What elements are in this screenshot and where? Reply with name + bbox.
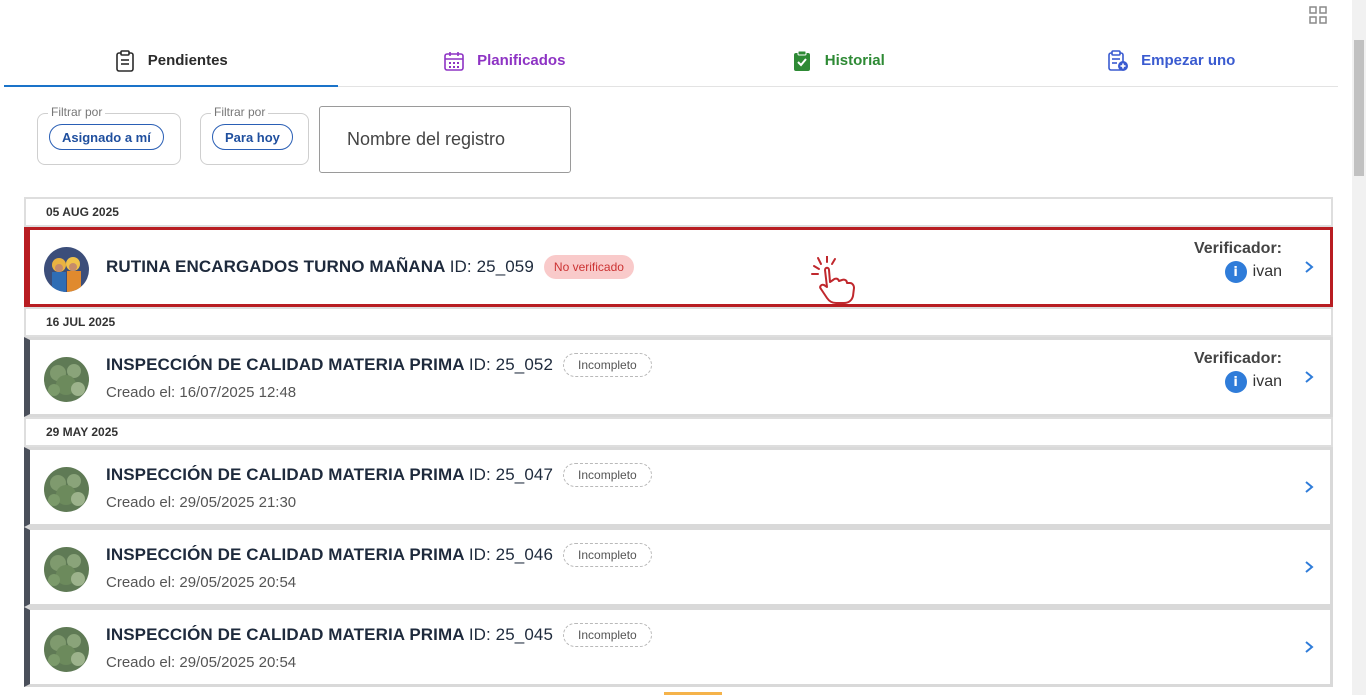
filter-legend: Filtrar por — [211, 105, 269, 119]
tab-empezar-uno[interactable]: Empezar uno — [1005, 35, 1339, 86]
tab-label: Pendientes — [147, 52, 228, 69]
list-item[interactable]: RUTINA ENCARGADOS TURNO MAÑANA ID: 25_05… — [24, 227, 1333, 307]
list-item[interactable]: INSPECCIÓN DE CALIDAD MATERIA PRIMA ID: … — [24, 607, 1333, 687]
list-item[interactable]: INSPECCIÓN DE CALIDAD MATERIA PRIMA ID: … — [24, 447, 1333, 527]
grid-icon — [1309, 6, 1327, 24]
record-id: ID: 25_052 — [468, 355, 554, 374]
avatar — [44, 627, 89, 672]
filter-legend: Filtrar por — [48, 105, 106, 119]
pointer-hand-icon — [811, 256, 855, 304]
top-bar: Pendientes Planificados Historial Empeza… — [0, 0, 1366, 88]
avatar — [44, 547, 89, 592]
tab-historial[interactable]: Historial — [671, 35, 1005, 86]
list-item[interactable]: INSPECCIÓN DE CALIDAD MATERIA PRIMA ID: … — [24, 527, 1333, 607]
record-list: 05 AUG 2025 RUTINA ENCARGADOS TURNO MAÑA… — [24, 197, 1333, 687]
record-title: INSPECCIÓN DE CALIDAD MATERIA PRIMA ID: … — [106, 355, 554, 374]
avatar — [44, 467, 89, 512]
clipboard-check-icon — [791, 50, 813, 72]
status-badge: Incompleto — [563, 543, 652, 567]
verifier-name: ivan — [1252, 263, 1282, 280]
chevron-right-icon — [1305, 261, 1314, 273]
avatar — [44, 357, 89, 402]
chevron-right-icon — [1305, 641, 1314, 653]
verifier-name: ivan — [1252, 373, 1282, 390]
filter-today-box: Filtrar por Para hoy — [200, 105, 309, 165]
list-item[interactable]: INSPECCIÓN DE CALIDAD MATERIA PRIMA ID: … — [24, 337, 1333, 417]
record-id: ID: 25_046 — [468, 545, 554, 564]
created-date: Creado el: 16/07/2025 12:48 — [106, 384, 297, 401]
tab-label: Planificados — [477, 52, 566, 69]
record-id: ID: 25_047 — [468, 465, 554, 484]
date-group-header: 16 JUL 2025 — [24, 307, 1333, 337]
verifier-block: Verificador: i ivan — [1194, 240, 1282, 283]
clipboard-add-icon — [1107, 49, 1129, 72]
status-badge: Incompleto — [563, 623, 652, 647]
chevron-right-icon — [1305, 371, 1314, 383]
status-badge: No verificado — [543, 255, 634, 279]
created-date: Creado el: 29/05/2025 20:54 — [106, 574, 297, 591]
vertical-scrollbar[interactable] — [1352, 0, 1366, 695]
info-icon[interactable]: i — [1224, 371, 1247, 393]
record-title: RUTINA ENCARGADOS TURNO MAÑANA ID: 25_05… — [106, 257, 534, 276]
filter-assigned-box: Filtrar por Asignado a mí — [37, 105, 181, 165]
scrollbar-thumb[interactable] — [1354, 40, 1364, 176]
tab-bar: Pendientes Planificados Historial Empeza… — [4, 35, 1338, 87]
filter-chip-assigned[interactable]: Asignado a mí — [49, 124, 164, 150]
status-badge: Incompleto — [563, 353, 652, 377]
clipboard-list-icon — [114, 49, 136, 72]
chevron-right-icon — [1305, 481, 1314, 493]
record-name-input[interactable] — [347, 129, 570, 150]
filter-chip-today[interactable]: Para hoy — [212, 124, 293, 150]
record-title: INSPECCIÓN DE CALIDAD MATERIA PRIMA ID: … — [106, 625, 554, 644]
record-name-search — [319, 106, 571, 173]
info-icon[interactable]: i — [1224, 261, 1247, 283]
record-id: ID: 25_045 — [468, 625, 554, 644]
tab-planificados[interactable]: Planificados — [338, 35, 672, 86]
avatar — [44, 247, 89, 292]
created-date: Creado el: 29/05/2025 21:30 — [106, 494, 297, 511]
date-group-header: 29 MAY 2025 — [24, 417, 1333, 447]
record-title: INSPECCIÓN DE CALIDAD MATERIA PRIMA ID: … — [106, 465, 554, 484]
record-title: INSPECCIÓN DE CALIDAD MATERIA PRIMA ID: … — [106, 545, 554, 564]
tab-pendientes[interactable]: Pendientes — [4, 35, 338, 87]
record-id: ID: 25_059 — [449, 257, 534, 276]
verifier-label: Verificador: — [1193, 240, 1282, 257]
calendar-icon — [443, 50, 465, 72]
chevron-right-icon — [1305, 561, 1314, 573]
created-date: Creado el: 29/05/2025 20:54 — [106, 654, 297, 671]
verifier-label: Verificador: — [1193, 350, 1282, 367]
date-group-header: 05 AUG 2025 — [24, 197, 1333, 227]
tab-label: Empezar uno — [1141, 52, 1236, 69]
apps-grid-button[interactable] — [1306, 3, 1330, 27]
tab-label: Historial — [824, 52, 885, 69]
status-badge: Incompleto — [563, 463, 652, 487]
verifier-block: Verificador: i ivan — [1194, 350, 1282, 393]
